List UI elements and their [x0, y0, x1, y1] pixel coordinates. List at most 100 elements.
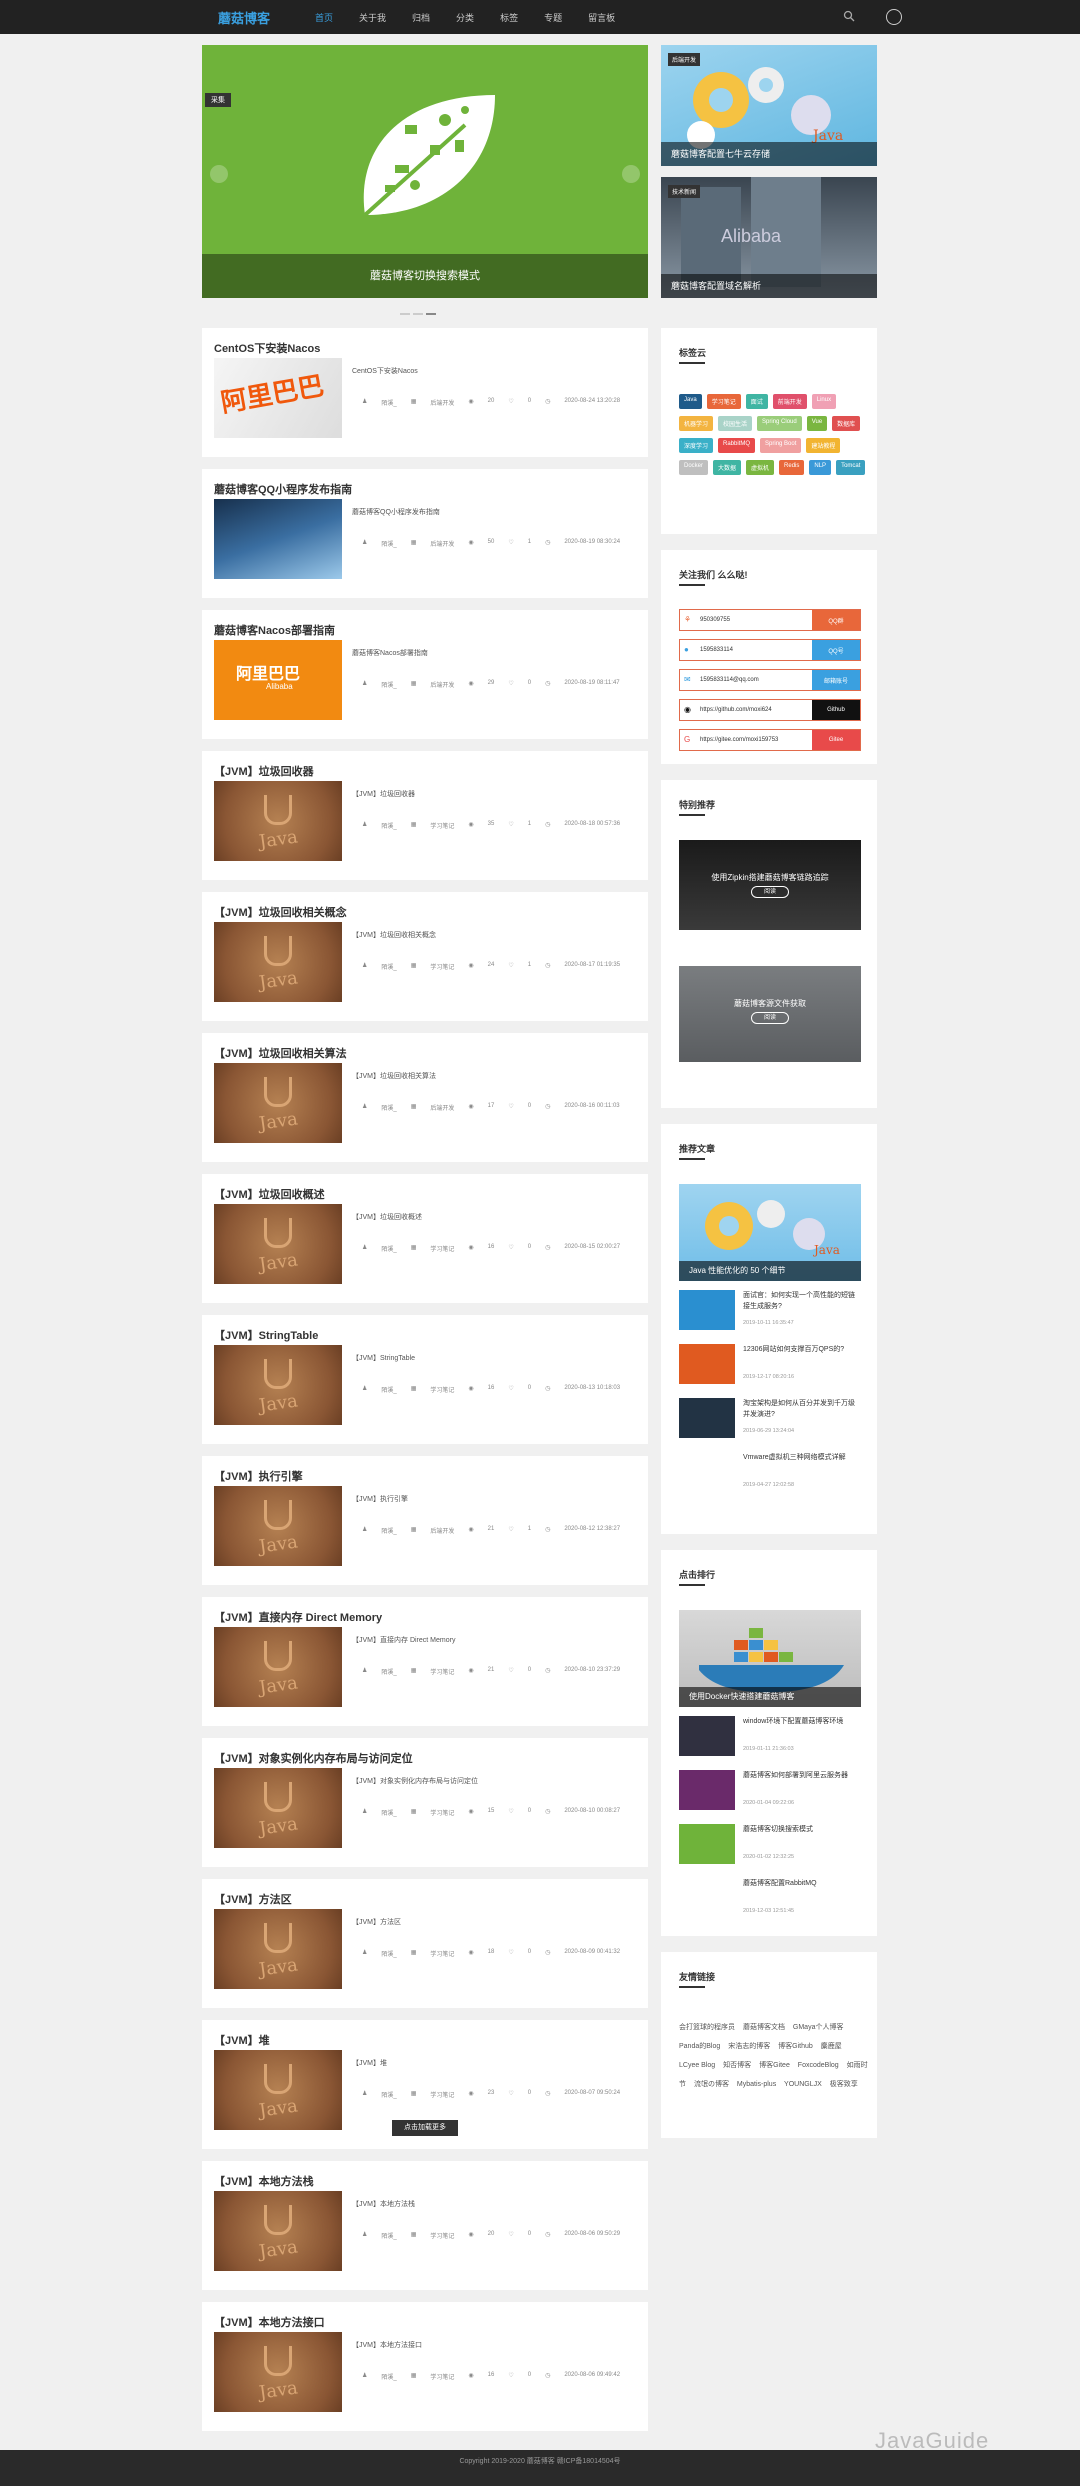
post-title[interactable]: 【JVM】执行引擎	[214, 1468, 303, 1484]
tag-chip[interactable]: 机器学习	[679, 416, 714, 431]
tag-chip[interactable]: NLP	[809, 460, 832, 475]
ranking-title[interactable]: window环境下配置蘑菇博客环境	[743, 1716, 861, 1727]
post-category[interactable]: 后端开发	[430, 539, 454, 548]
post-title[interactable]: 【JVM】垃圾回收相关概念	[214, 904, 347, 920]
carousel-tag[interactable]: 采集	[205, 93, 231, 107]
side-banner-domain[interactable]: Alibaba 技术新闻 蘑菇博客配置域名解析	[661, 177, 877, 298]
side-banner-qiniu[interactable]: Java 后端开发 蘑菇博客配置七牛云存储	[661, 45, 877, 166]
follow-row[interactable]: ⚘ 950309755 QQ群	[679, 609, 861, 631]
follow-row[interactable]: G https://gitee.com/moxi159753 Gitee	[679, 729, 861, 751]
tag-chip[interactable]: 建站教程	[806, 438, 841, 453]
post-author[interactable]: 陌溪_	[381, 1808, 396, 1817]
follow-button[interactable]: Gitee	[812, 730, 860, 750]
post-title[interactable]: 【JVM】直接内存 Direct Memory	[214, 1609, 382, 1625]
ranking-thumbnail[interactable]	[679, 1770, 735, 1810]
post-category[interactable]: 学习笔记	[430, 1808, 454, 1817]
nav-item-guestbook[interactable]: 留言板	[575, 0, 628, 34]
post-title[interactable]: 【JVM】垃圾回收相关算法	[214, 1045, 347, 1061]
post-category[interactable]: 学习笔记	[430, 2090, 454, 2099]
recommend-thumbnail[interactable]	[679, 1398, 735, 1438]
ranking-title[interactable]: 蘑菇博客切换搜索模式	[743, 1824, 861, 1835]
follow-value[interactable]: https://gitee.com/moxi159753	[700, 737, 812, 743]
tag-chip[interactable]: Spring Cloud	[757, 416, 802, 431]
post-thumbnail[interactable]: Java	[214, 781, 342, 861]
ranking-thumbnail[interactable]	[679, 1878, 735, 1918]
follow-value[interactable]: 950309755	[700, 617, 812, 623]
post-category[interactable]: 学习笔记	[430, 2231, 454, 2240]
tag-chip[interactable]: Java	[679, 394, 702, 409]
friend-link[interactable]: YOUNGLJX	[784, 2081, 822, 2088]
follow-row[interactable]: ◉ https://github.com/moxi624 Github	[679, 699, 861, 721]
post-thumbnail[interactable]: Java	[214, 1627, 342, 1707]
post-card[interactable]: 【JVM】执行引擎 Java 【JVM】执行引擎 ♟ 陌溪_ ▦ 后端开发 ◉ 21 …	[202, 1456, 648, 1585]
user-avatar-icon[interactable]	[886, 9, 902, 25]
post-card[interactable]: 【JVM】直接内存 Direct Memory Java 【JVM】直接内存 D…	[202, 1597, 648, 1726]
recommend-item[interactable]: 12306网站如何支撑百万QPS的? 2019-12-17 08:20:16	[679, 1344, 861, 1388]
friend-link[interactable]: GMaya个人博客	[793, 2024, 844, 2031]
post-card[interactable]: 【JVM】本地方法栈 Java 【JVM】本地方法栈 ♟ 陌溪_ ▦ 学习笔记 ◉ 2…	[202, 2161, 648, 2290]
post-card[interactable]: 【JVM】StringTable Java 【JVM】StringTable ♟…	[202, 1315, 648, 1444]
tag-chip[interactable]: Docker	[679, 460, 709, 475]
recommend-featured[interactable]: Java Java 性能优化的 50 个细节	[679, 1184, 861, 1281]
post-author[interactable]: 陌溪_	[381, 2231, 396, 2240]
friend-link[interactable]: 博客Github	[778, 2043, 813, 2050]
friend-link[interactable]: FoxcodeBlog	[798, 2062, 839, 2069]
recommend-title[interactable]: 面试官：如何实现一个高性能的短链接生成服务?	[743, 1290, 861, 1312]
ranking-item[interactable]: 蘑菇博客如何部署到阿里云服务器 2020-01-04 09:22:06	[679, 1770, 861, 1814]
nav-item-home[interactable]: 首页	[302, 0, 346, 34]
post-author[interactable]: 陌溪_	[381, 1385, 396, 1394]
post-author[interactable]: 陌溪_	[381, 680, 396, 689]
post-title[interactable]: 【JVM】垃圾回收概述	[214, 1186, 325, 1202]
recommend-title[interactable]: 12306网站如何支撑百万QPS的?	[743, 1344, 861, 1355]
post-category[interactable]: 学习笔记	[430, 962, 454, 971]
post-thumbnail[interactable]: Java	[214, 2332, 342, 2412]
side-banner-caption[interactable]: 蘑菇博客配置七牛云存储	[661, 142, 877, 166]
ranking-item[interactable]: 蘑菇博客切换搜索模式 2020-01-02 12:32:25	[679, 1824, 861, 1868]
recommend-item[interactable]: Vmware虚拟机三种网络模式详解 2019-04-27 12:02:58	[679, 1452, 861, 1496]
friend-link[interactable]: 极客致享	[830, 2081, 858, 2088]
ranking-item[interactable]: window环境下配置蘑菇博客环境 2019-01-11 21:36:03	[679, 1716, 861, 1760]
post-thumbnail[interactable]	[214, 499, 342, 579]
ranking-thumbnail[interactable]	[679, 1824, 735, 1864]
site-logo[interactable]: 蘑菇博客	[218, 8, 270, 27]
post-category[interactable]: 学习笔记	[430, 1949, 454, 1958]
follow-value[interactable]: https://github.com/moxi624	[700, 707, 812, 713]
post-card[interactable]: 【JVM】本地方法接口 Java 【JVM】本地方法接口 ♟ 陌溪_ ▦ 学习笔记 …	[202, 2302, 648, 2431]
post-title[interactable]: 【JVM】对象实例化内存布局与访问定位	[214, 1750, 413, 1766]
post-card[interactable]: 【JVM】对象实例化内存布局与访问定位 Java 【JVM】对象实例化内存布局与…	[202, 1738, 648, 1867]
recommend-item[interactable]: 淘宝架构是如何从百分并发到千万级并发演进? 2019-06-29 13:24:0…	[679, 1398, 861, 1442]
follow-row[interactable]: ✉ 1595833114@qq.com 邮箱账号	[679, 669, 861, 691]
post-title[interactable]: 蘑菇博客QQ小程序发布指南	[214, 481, 352, 497]
post-author[interactable]: 陌溪_	[381, 2372, 396, 2381]
post-category[interactable]: 后端开发	[430, 1526, 454, 1535]
ranking-thumbnail[interactable]	[679, 1716, 735, 1756]
post-title[interactable]: 【JVM】垃圾回收器	[214, 763, 314, 779]
post-thumbnail[interactable]: Java	[214, 922, 342, 1002]
post-card[interactable]: 【JVM】垃圾回收概述 Java 【JVM】垃圾回收概述 ♟ 陌溪_ ▦ 学习笔记 …	[202, 1174, 648, 1303]
read-button[interactable]: 阅读	[751, 1012, 789, 1024]
friend-link[interactable]: 麋鹿屋	[821, 2043, 842, 2050]
tag-chip[interactable]: Spring Boot	[760, 438, 802, 453]
nav-item-category[interactable]: 分类	[443, 0, 487, 34]
friend-link[interactable]: 宋浩志的博客	[728, 2043, 770, 2050]
load-more-button[interactable]: 点击加载更多	[392, 2120, 458, 2136]
post-thumbnail[interactable]: Java	[214, 2191, 342, 2271]
follow-button[interactable]: QQ群	[812, 610, 860, 630]
tag-chip[interactable]: Linux	[811, 394, 837, 409]
post-category[interactable]: 学习笔记	[430, 1667, 454, 1676]
post-title[interactable]: 【JVM】本地方法栈	[214, 2173, 314, 2189]
friend-link[interactable]: Mybatis-plus	[737, 2081, 776, 2088]
recommend-thumbnail[interactable]	[679, 1452, 735, 1492]
tag-chip[interactable]: 大数据	[713, 460, 742, 475]
post-author[interactable]: 陌溪_	[381, 1949, 396, 1958]
post-card[interactable]: 【JVM】垃圾回收相关概念 Java 【JVM】垃圾回收相关概念 ♟ 陌溪_ ▦ 学…	[202, 892, 648, 1021]
post-author[interactable]: 陌溪_	[381, 1103, 396, 1112]
recommend-featured-caption[interactable]: Java 性能优化的 50 个细节	[679, 1261, 861, 1281]
tag-chip[interactable]: Vue	[806, 416, 828, 431]
post-author[interactable]: 陌溪_	[381, 539, 396, 548]
friend-link[interactable]: 知否博客	[723, 2062, 751, 2069]
carousel-indicator[interactable]	[400, 302, 450, 315]
post-thumbnail[interactable]: Java	[214, 1345, 342, 1425]
tag-chip[interactable]: 校园生活	[718, 416, 753, 431]
post-thumbnail[interactable]: Java	[214, 1486, 342, 1566]
